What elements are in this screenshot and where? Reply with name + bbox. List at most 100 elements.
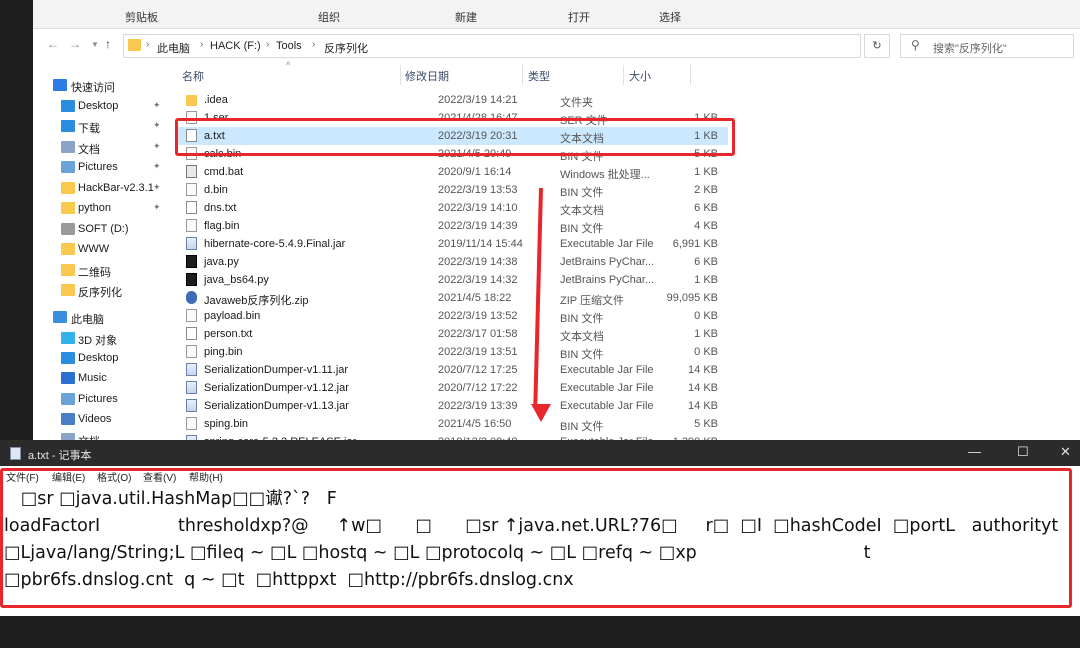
file-type: Executable Jar File (560, 238, 654, 250)
file-row[interactable]: .idea 2022/3/19 14:21 文件夹 (178, 91, 728, 109)
chevron-right-icon[interactable]: › (146, 39, 149, 50)
sidebar-item[interactable]: 下载 ✦ (33, 117, 173, 137)
sidebar-item[interactable]: SOFT (D:) (33, 220, 173, 240)
chevron-right-icon[interactable]: › (266, 39, 269, 50)
column-header-name[interactable]: 名称 (182, 68, 204, 84)
sidebar-item[interactable]: 3D 对象 (33, 329, 173, 349)
file-size: 1 KB (694, 166, 718, 178)
sidebar-item[interactable]: Pictures ✦ (33, 158, 173, 178)
file-row[interactable]: cmd.bat 2020/9/1 16:14 Windows 批处理... 1 KB (178, 163, 728, 181)
sidebar-item-label: 下载 (78, 123, 100, 135)
sidebar-item[interactable]: Pictures (33, 390, 173, 410)
file-name: d.bin (204, 184, 228, 196)
sidebar-item[interactable]: HackBar-v2.3.1 ✦ (33, 179, 173, 199)
column-divider[interactable] (400, 65, 401, 85)
column-divider[interactable] (690, 65, 691, 85)
pictures-icon (61, 393, 75, 405)
file-date: 2020/7/12 17:22 (438, 382, 518, 394)
file-date: 2020/7/12 17:25 (438, 364, 518, 376)
folder-icon (61, 284, 75, 296)
file-row[interactable]: spring-core-5.2.2.RELEASE.jar2019/12/3 0… (178, 433, 728, 440)
search-input[interactable]: ⚲ 搜索"反序列化" (900, 34, 1074, 58)
file-size: 14 KB (688, 382, 718, 394)
folder-icon (61, 264, 75, 276)
file-row[interactable]: Javaweb反序列化.zip 2021/4/5 18:22 ZIP 压缩文件 99,… (178, 289, 728, 307)
file-size: 6 KB (694, 202, 718, 214)
file-date: 2022/3/19 13:39 (438, 400, 518, 412)
file-row[interactable]: SerializationDumper-v1.11.jar 2020/7/12 1… (178, 361, 728, 379)
refresh-button[interactable]: ↻ (864, 34, 890, 58)
file-row[interactable]: java_bs64.py 2022/3/19 14:32 JetBrains PyC… (178, 271, 728, 289)
star-icon (53, 79, 67, 91)
file-type: 文本文档 (560, 331, 604, 343)
address-input[interactable]: › 此电脑 › HACK (F:) › Tools › 反序列化 ▼ (123, 34, 943, 58)
file-row[interactable]: payload.bin 2022/3/19 13:52 BIN 文件 0 KB (178, 307, 728, 325)
ribbon-new[interactable]: 新建 (455, 9, 477, 25)
sidebar-item[interactable]: 文档 (33, 430, 173, 440)
forward-arrow-icon[interactable]: → (69, 37, 81, 51)
search-icon: ⚲ (911, 38, 920, 52)
file-name: .idea (204, 94, 228, 106)
sidebar-item[interactable]: 二维码 (33, 261, 173, 281)
file-size: 2 KB (694, 184, 718, 196)
breadcrumb-this-pc[interactable]: 此电脑 (157, 40, 190, 56)
chevron-right-icon[interactable]: › (200, 39, 203, 50)
sidebar-item[interactable]: Music (33, 369, 173, 389)
column-divider[interactable] (623, 65, 624, 85)
file-row[interactable]: person.txt 2022/3/17 01:58 文本文档 1 KB (178, 325, 728, 343)
column-divider[interactable] (522, 65, 523, 85)
file-date: 2022/3/19 14:21 (438, 94, 518, 106)
ribbon-organize[interactable]: 组织 (318, 9, 340, 25)
file-row[interactable]: hibernate-core-5.4.9.Final.jar 2019/11/14… (178, 235, 728, 253)
file-type: Executable Jar File (560, 382, 654, 394)
sidebar-item-label: python (78, 202, 112, 214)
file-name: payload.bin (204, 310, 261, 322)
minimize-icon[interactable]: — (968, 444, 981, 459)
jar-file-icon (186, 237, 197, 250)
column-header-type[interactable]: 类型 (528, 68, 550, 84)
file-type: Executable Jar File (560, 364, 654, 376)
maximize-icon[interactable]: ☐ (1017, 444, 1029, 460)
sidebar-item[interactable]: 此电脑 (33, 308, 173, 328)
file-row[interactable]: sping.bin 2021/4/5 16:50 BIN 文件 5 KB (178, 415, 728, 433)
file-row[interactable]: flag.bin 2022/3/19 14:39 BIN 文件 4 KB (178, 217, 728, 235)
breadcrumb-tools[interactable]: Tools (276, 40, 302, 52)
up-arrow-icon[interactable]: ↑ (105, 37, 111, 51)
sidebar-item[interactable]: 反序列化 (33, 281, 173, 301)
ribbon-clipboard[interactable]: 剪贴板 (125, 9, 158, 25)
sidebar-item[interactable]: WWW (33, 240, 173, 260)
ribbon-open[interactable]: 打开 (568, 9, 590, 25)
highlight-box-file (175, 118, 735, 156)
sidebar-item[interactable]: 快速访问 (33, 76, 173, 96)
file-row[interactable]: SerializationDumper-v1.12.jar 2020/7/12 1… (178, 379, 728, 397)
sidebar-item[interactable]: 文档 ✦ (33, 138, 173, 158)
notepad-title-bar[interactable]: a.txt - 记事本 — ☐ ✕ (0, 440, 1080, 466)
sidebar-item[interactable]: Videos (33, 410, 173, 430)
pin-icon: ✦ (153, 161, 161, 171)
chevron-right-icon[interactable]: › (312, 39, 315, 50)
sidebar-item-label: SOFT (D:) (78, 223, 129, 235)
recent-chevron-icon[interactable]: ▼ (91, 40, 99, 49)
file-icon (186, 417, 197, 430)
file-row[interactable]: ping.bin 2022/3/19 13:51 BIN 文件 0 KB (178, 343, 728, 361)
sidebar-item[interactable]: Desktop ✦ (33, 97, 173, 117)
breadcrumb-hack-drive[interactable]: HACK (F:) (210, 40, 261, 52)
column-header-size[interactable]: 大小 (629, 68, 651, 84)
sidebar-item[interactable]: Desktop (33, 349, 173, 369)
close-icon[interactable]: ✕ (1060, 444, 1071, 460)
file-size: 6,991 KB (672, 238, 718, 250)
column-header-date[interactable]: 修改日期 (405, 68, 449, 84)
file-name: java.py (204, 256, 239, 268)
sidebar-item[interactable]: python ✦ (33, 199, 173, 219)
file-date: 2019/11/14 15:44 (438, 238, 523, 250)
file-row[interactable]: java.py 2022/3/19 14:38 JetBrains PyChar..… (178, 253, 728, 271)
file-row[interactable]: d.bin 2022/3/19 13:53 BIN 文件 2 KB (178, 181, 728, 199)
breadcrumb-deserialization[interactable]: 反序列化 (324, 40, 368, 56)
file-row[interactable]: dns.txt 2022/3/19 14:10 文本文档 6 KB (178, 199, 728, 217)
ribbon-select[interactable]: 选择 (659, 9, 681, 25)
file-name: SerializationDumper-v1.13.jar (204, 400, 349, 412)
file-type: BIN 文件 (560, 187, 604, 199)
file-row[interactable]: SerializationDumper-v1.13.jar 2022/3/19 1… (178, 397, 728, 415)
back-arrow-icon[interactable]: ← (47, 37, 59, 51)
file-type: 文本文档 (560, 205, 604, 217)
